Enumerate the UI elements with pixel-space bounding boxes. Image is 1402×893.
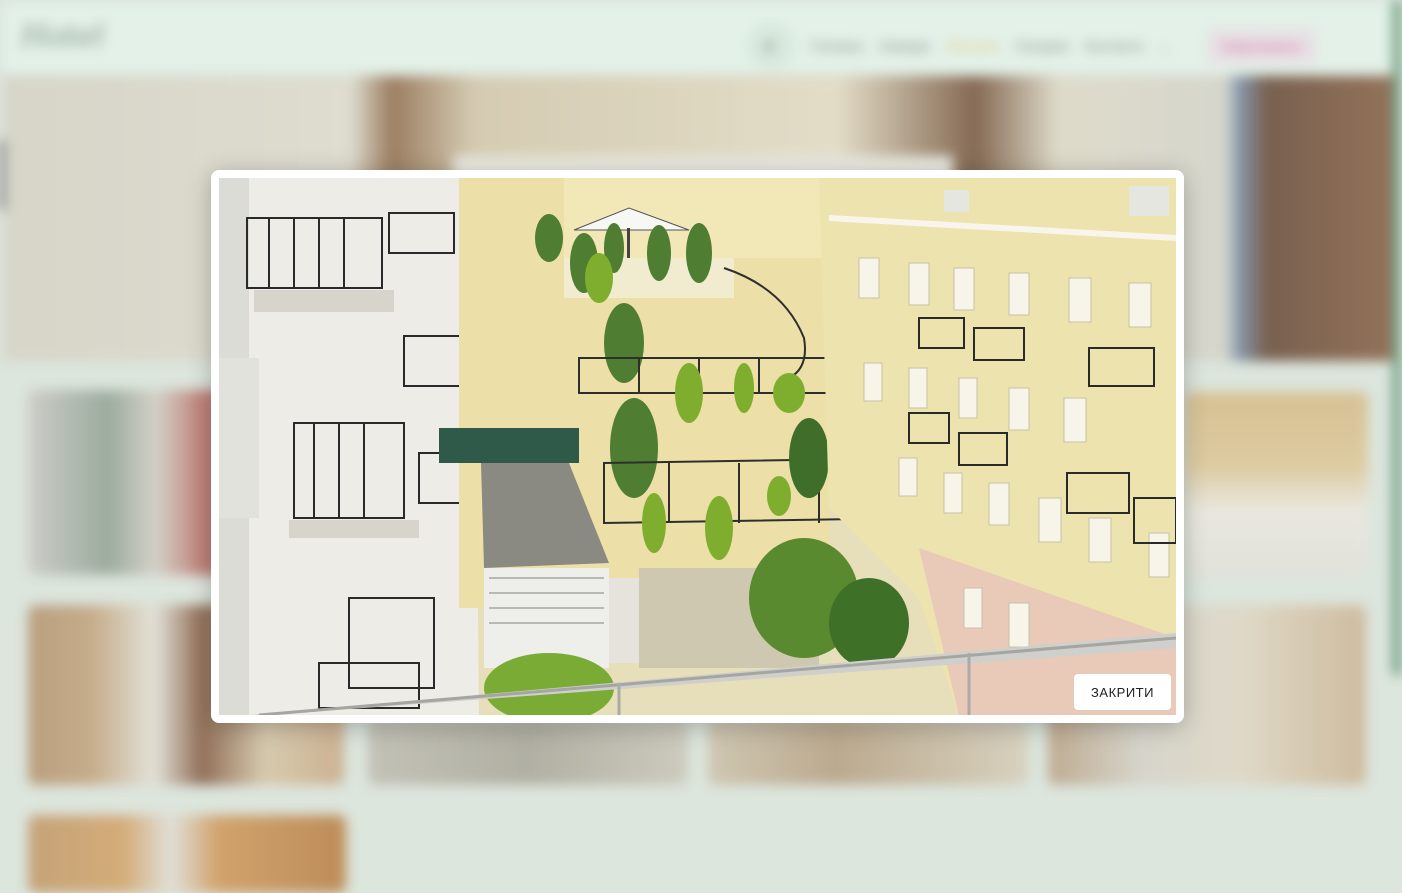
- courtyard-photo: [219, 178, 1176, 715]
- courtyard-illustration: [219, 178, 1176, 715]
- image-lightbox: ЗАКРИТИ: [211, 170, 1184, 723]
- close-button[interactable]: ЗАКРИТИ: [1074, 674, 1171, 710]
